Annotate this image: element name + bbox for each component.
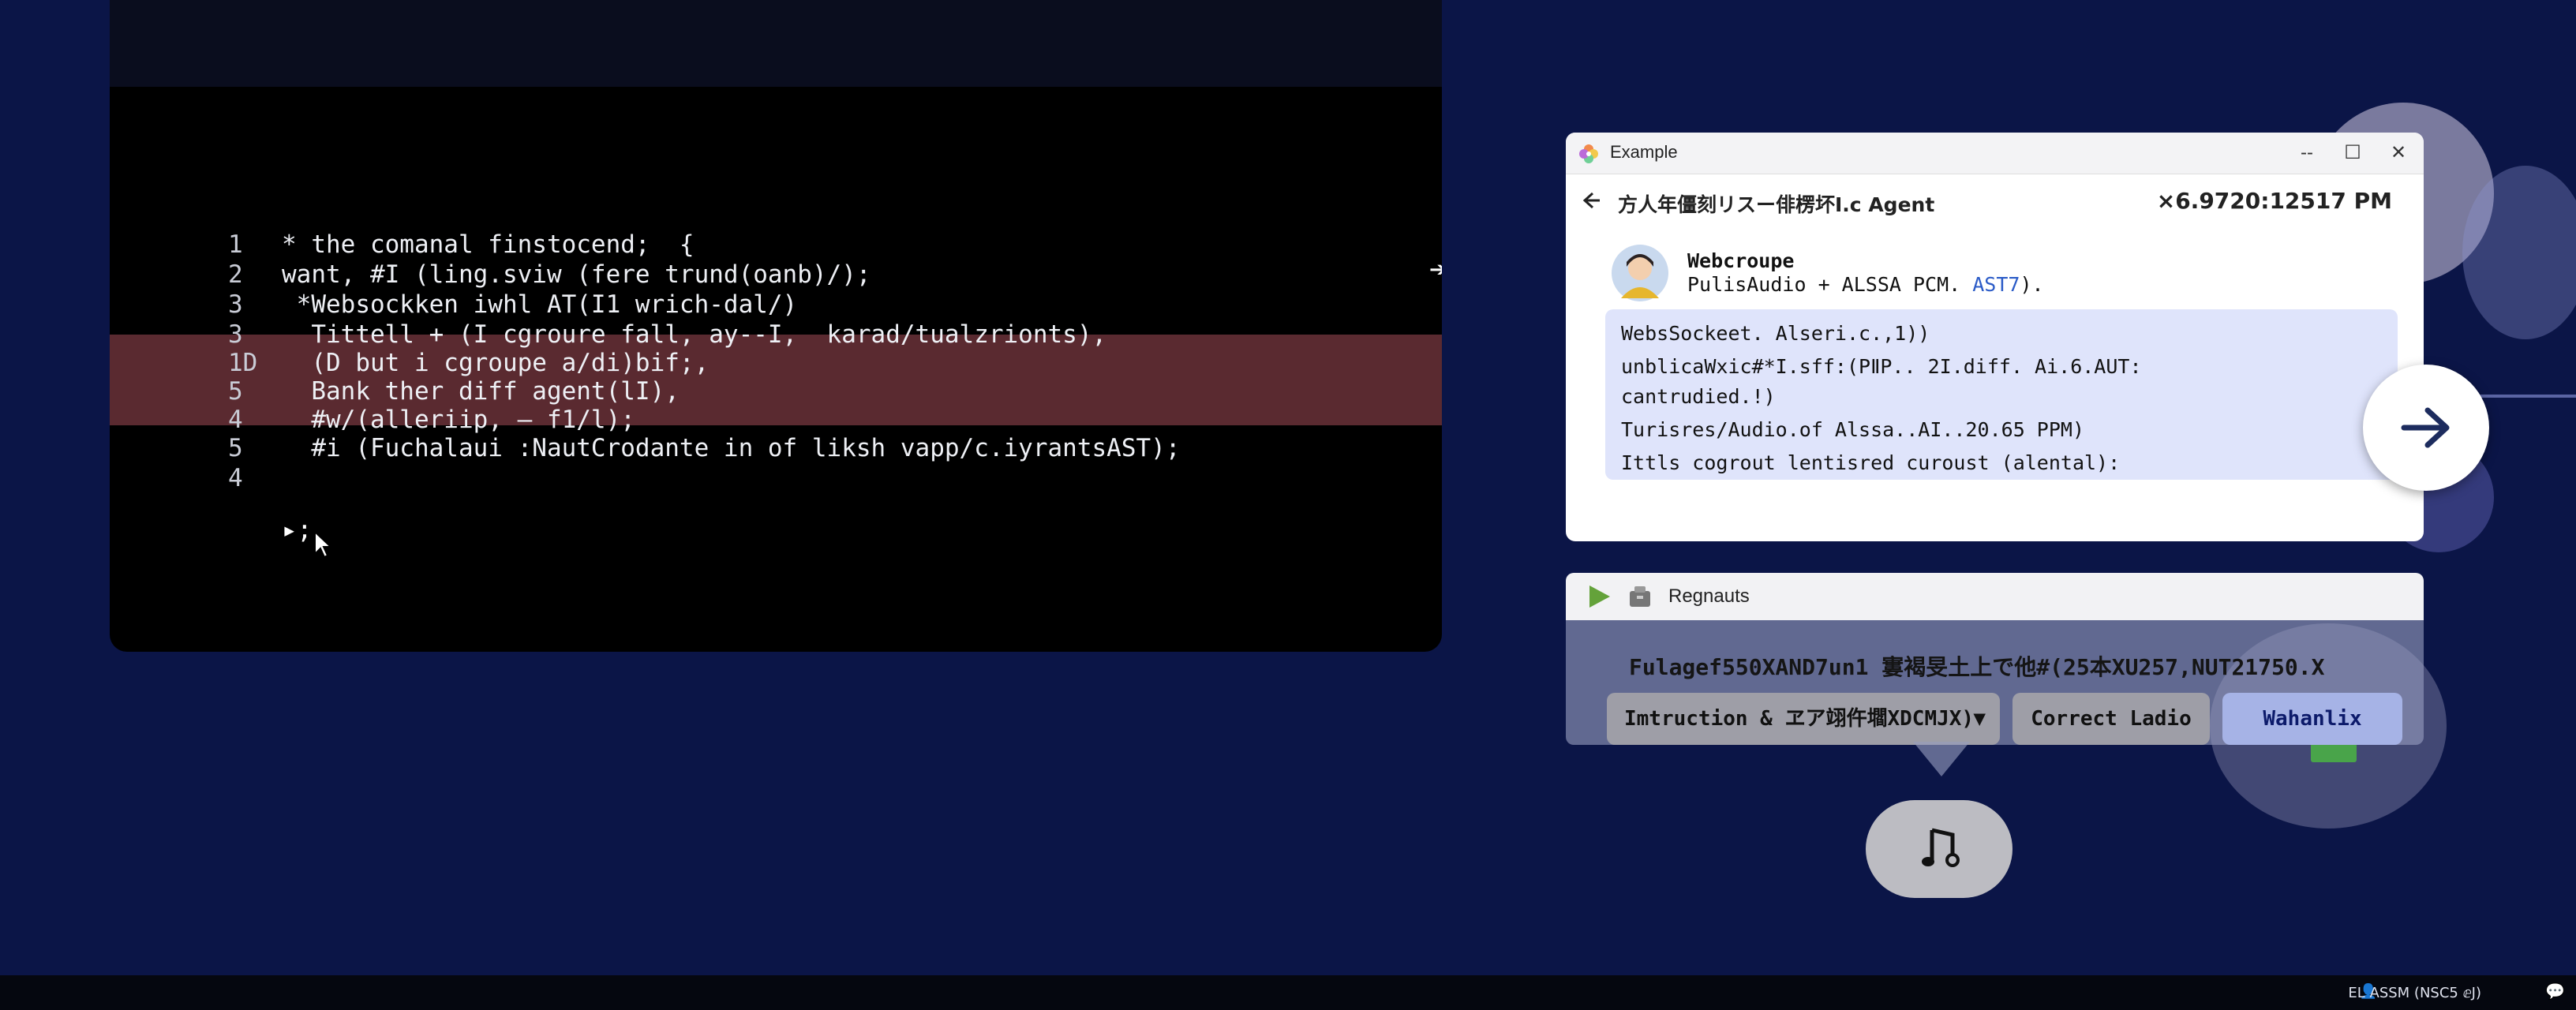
line-text: #i (Fuchalaui :NautCrodante in of liksh … (282, 434, 1181, 462)
line-text: want, #I (ling.sviw (fere trund(oanb)/); (282, 260, 871, 289)
code-line: 3 *Websockken iwhl AT(I1 wrich-dal/) (110, 290, 1442, 319)
chevron-down-icon: ▼ (1973, 707, 1986, 731)
line-number: 3 (228, 320, 243, 349)
message-line: unblicaWxic#*I.sff:(PⅡP.. 2I.diff. Ai.6.… (1621, 355, 2142, 378)
sender-subtitle: PulisAudio + ALSSA PCM. AST7). (1687, 273, 2044, 296)
regnauts-panel: Regnauts Fulagef550XAND7un1 寠褐旻土上で他#(25本… (1566, 573, 2424, 745)
code-line: 5 Bank ther diff agent(lI), (110, 377, 1442, 406)
minimize-button[interactable]: -- (2288, 139, 2326, 167)
terminal-prompt: ▸; (282, 514, 313, 544)
sender-name: Webcroupe (1687, 249, 1795, 272)
line-number: 5 (228, 377, 243, 406)
sender-subtitle-tail: ). (2020, 273, 2044, 296)
line-text: * the comanal finstocend; { (282, 230, 695, 259)
line-text: #w/(alleriip, – f1/l); (282, 406, 635, 434)
notification-icon[interactable]: 💬 (2545, 982, 2565, 1001)
tray-status-text: EL ASSM (NSC5 ⅇJ) (2348, 985, 2481, 1001)
play-icon[interactable] (1586, 584, 1612, 609)
code-line: 5 #i (Fuchalaui :NautCrodante in of liks… (110, 434, 1442, 462)
panel-label: Regnauts (1668, 585, 1750, 607)
line-text: Bank ther diff agent(lI), (282, 377, 680, 406)
music-button[interactable] (1866, 800, 2012, 898)
correct-button[interactable]: Correct Ladio (2012, 693, 2210, 745)
message-line: WebsSockeet. Alseri.c.,1)) (1621, 322, 1930, 345)
line-number: 4 (228, 406, 243, 434)
mouse-cursor-icon (314, 530, 332, 559)
back-arrow-icon[interactable] (1580, 189, 1602, 211)
line-text: *Websockken iwhl AT(I1 wrich-dal/) (282, 290, 798, 319)
panel-body: Fulagef550XAND7un1 寠褐旻土上で他#(25本XU257,NUT… (1566, 620, 2424, 745)
sender-subtitle-text: PulisAudio + ALSSA PCM. (1687, 273, 1961, 296)
scroll-arrow-icon[interactable]: ➔ (1429, 257, 1442, 282)
message-bubble: WebsSockeet. Alseri.c.,1)) unblicaWxic#*… (1605, 309, 2398, 480)
line-number: 2 (228, 260, 243, 289)
code-editor[interactable]: 1 * the comanal finstocend; { 2 want, #I (l… (110, 0, 1442, 652)
line-number: 3 (228, 290, 243, 319)
status-text: Fulagef550XAND7un1 寠褐旻土上で他#(25本XU257,NUT… (1629, 654, 2325, 680)
popup-pointer (1913, 742, 1970, 776)
panel-toolbar: Regnauts (1566, 573, 2424, 620)
chat-timestamp: ×6.9720:12517 PM (2156, 188, 2392, 214)
line-number: 4 (228, 464, 243, 492)
code-line: 3 Tittell + (I cgroure fall, ay--I, kara… (110, 320, 1442, 349)
code-line: 4 (110, 464, 1442, 492)
sender-link[interactable]: AST7 (1972, 273, 2020, 296)
message-line: cantrudied.!) (1621, 385, 1776, 408)
chat-header: 方人年僵刻リスー俳楞坏I.c Agent ×6.9720:12517 PM (1566, 174, 2424, 227)
line-number: 1D (228, 349, 258, 377)
next-button[interactable] (2363, 365, 2489, 491)
code-line: 2 want, #I (ling.sviw (fere trund(oanb)/)… (110, 260, 1442, 289)
background-glow (2462, 166, 2576, 339)
code-line: 1D (D but i cgroupe a/di)bif;, (110, 349, 1442, 377)
editor-top-band (110, 0, 1442, 87)
close-button[interactable]: ✕ (2379, 139, 2417, 167)
line-text: Tittell + (I cgroure fall, ay--I, karad/… (282, 320, 1107, 349)
arrow-right-icon (2401, 407, 2450, 448)
app-flower-icon (1579, 144, 1598, 163)
avatar (1612, 245, 1668, 301)
line-number: 1 (228, 230, 243, 259)
example-window: Example -- ☐ ✕ 方人年僵刻リスー俳楞坏I.c Agent ×6.9… (1566, 133, 2424, 541)
line-number: 5 (228, 434, 243, 462)
dropdown-label: Imtruction & ヱア翊仵壛XDCMJX) (1624, 707, 1975, 731)
package-icon[interactable] (1627, 584, 1653, 609)
instruction-dropdown[interactable]: Imtruction & ヱア翊仵壛XDCMJX) ▼ (1607, 693, 2000, 745)
line-text: (D but i cgroupe a/di)bif;, (282, 349, 710, 377)
message-line: Turisres/Audio.of Alssa..AI..20.65 PPM) (1621, 418, 2084, 441)
code-line: 4 #w/(alleriip, – f1/l); (110, 406, 1442, 434)
action-button[interactable]: Wahanlix (2222, 693, 2402, 745)
title-bar[interactable]: Example -- ☐ ✕ (1566, 133, 2424, 174)
window-title: Example (1610, 142, 1678, 162)
chat-title: 方人年僵刻リスー俳楞坏I.c Agent (1618, 193, 1935, 216)
music-note-icon (1922, 828, 1960, 867)
taskbar: 👤 EL ASSM (NSC5 ⅇJ) 💬 (0, 975, 2576, 1010)
code-line: 1 * the comanal finstocend; { (110, 230, 1442, 259)
maximize-button[interactable]: ☐ (2334, 139, 2372, 167)
message-line: Ittls cogrout lentisred curoust (alental… (1621, 451, 2121, 474)
